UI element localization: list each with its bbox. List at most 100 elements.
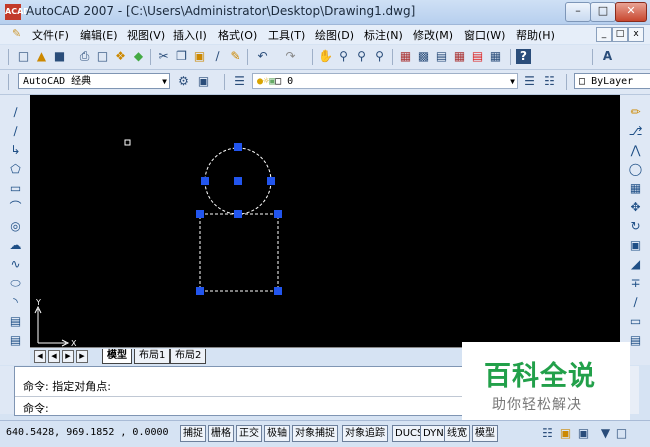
my-workspace-icon[interactable]: ▣: [196, 74, 211, 89]
grid-toggle[interactable]: 栅格: [208, 425, 234, 442]
tab-model[interactable]: 模型: [102, 349, 132, 364]
break-icon[interactable]: ▭: [628, 314, 643, 329]
extend-icon[interactable]: ∕: [628, 295, 643, 310]
menu-tools[interactable]: 工具(T): [268, 27, 305, 43]
grip-circle-right[interactable]: [267, 177, 275, 185]
coordinate-display[interactable]: 640.5428, 969.1852 , 0.0000: [6, 427, 169, 438]
menu-format[interactable]: 格式(O): [218, 27, 257, 43]
spline-icon[interactable]: ∿: [8, 257, 23, 272]
doc-restore-button[interactable]: □: [612, 27, 628, 42]
pan-icon[interactable]: ✋: [318, 49, 333, 64]
stretch-icon[interactable]: ◢: [628, 257, 643, 272]
tab-layout2[interactable]: 布局2: [170, 349, 207, 364]
publish-icon[interactable]: ❖: [113, 49, 128, 64]
calculator-icon[interactable]: ▦: [488, 49, 503, 64]
polygon-icon[interactable]: ⬠: [8, 162, 23, 177]
command-prompt[interactable]: 命令:: [23, 400, 49, 416]
save-icon[interactable]: ■: [52, 49, 67, 64]
next-tab-icon[interactable]: ▶: [62, 350, 74, 363]
ortho-toggle[interactable]: 正交: [236, 425, 262, 442]
zoom-window-icon[interactable]: ⚲: [354, 49, 369, 64]
menu-help[interactable]: 帮助(H): [516, 27, 555, 43]
color-dropdown[interactable]: □ ByLayer: [574, 73, 650, 89]
model-toggle[interactable]: 模型: [472, 425, 498, 442]
array-icon[interactable]: ▦: [628, 181, 643, 196]
grip-rect-top-right[interactable]: [274, 210, 282, 218]
prev-tab-icon[interactable]: ◀: [48, 350, 60, 363]
menu-view[interactable]: 视图(V): [127, 27, 165, 43]
doc-minimize-button[interactable]: _: [596, 27, 612, 42]
snap-toggle[interactable]: 捕捉: [180, 425, 206, 442]
layer-dropdown[interactable]: ●☼▣□ 0 ▼: [252, 73, 518, 89]
drawing-canvas[interactable]: Y X: [30, 95, 620, 348]
trim-icon[interactable]: ∓: [628, 276, 643, 291]
grip-rect-top-mid[interactable]: [234, 210, 242, 218]
markup-icon[interactable]: ▤: [470, 49, 485, 64]
make-block-icon[interactable]: ▤: [8, 333, 23, 348]
workspace-dropdown[interactable]: AutoCAD 经典 ▼: [18, 73, 170, 89]
sheet-set-icon[interactable]: ▦: [452, 49, 467, 64]
trusted-icon[interactable]: ▣: [576, 426, 591, 441]
ellipse-arc-icon[interactable]: ◝: [8, 295, 23, 310]
circle-icon[interactable]: ◎: [8, 219, 23, 234]
join-icon[interactable]: ▤: [628, 333, 643, 348]
revision-cloud-icon[interactable]: ☁: [8, 238, 23, 253]
text-style-icon[interactable]: A: [600, 49, 615, 64]
menu-edit[interactable]: 编辑(E): [80, 27, 118, 43]
osnap-toggle[interactable]: 对象捕捉: [292, 425, 338, 442]
plot-icon[interactable]: ⎙: [77, 49, 92, 64]
design-center-icon[interactable]: ▩: [416, 49, 431, 64]
mirror-icon[interactable]: ⋀: [628, 143, 643, 158]
minimize-button[interactable]: –: [565, 2, 591, 22]
preview-icon[interactable]: □: [95, 49, 110, 64]
communication-center-icon[interactable]: ☷: [540, 426, 555, 441]
grip-circle-left[interactable]: [201, 177, 209, 185]
last-tab-icon[interactable]: ▶: [76, 350, 88, 363]
brush-icon[interactable]: ✎: [228, 49, 243, 64]
close-button[interactable]: ✕: [615, 2, 647, 22]
doc-close-button[interactable]: x: [628, 27, 644, 42]
document-icon[interactable]: ✎: [12, 27, 21, 40]
copy-object-icon[interactable]: ⎇: [628, 124, 643, 139]
autocad-app-icon[interactable]: ACAD: [5, 4, 30, 20]
open-icon[interactable]: ▲: [34, 49, 49, 64]
menu-insert[interactable]: 插入(I): [173, 27, 207, 43]
lineweight-toggle[interactable]: 线宽: [444, 425, 470, 442]
grip-points[interactable]: [196, 143, 282, 295]
grip-circle-top[interactable]: [234, 143, 242, 151]
undo-icon[interactable]: ↶: [255, 49, 270, 64]
properties-icon[interactable]: ▦: [398, 49, 413, 64]
menu-dimension[interactable]: 标注(N): [364, 27, 403, 43]
line-icon[interactable]: ∕: [8, 105, 23, 120]
scale-icon[interactable]: ▣: [628, 238, 643, 253]
workspace-settings-icon[interactable]: ⚙: [176, 74, 191, 89]
erase-icon[interactable]: ✏: [628, 105, 643, 120]
match-icon[interactable]: ∕: [210, 49, 225, 64]
layer-previous-icon[interactable]: ☷: [542, 74, 557, 89]
cut-icon[interactable]: ✂: [156, 49, 171, 64]
ellipse-icon[interactable]: ⬭: [8, 276, 23, 291]
tool-palette-icon[interactable]: ▤: [434, 49, 449, 64]
construction-line-icon[interactable]: ∕: [8, 124, 23, 139]
menu-modify[interactable]: 修改(M): [413, 27, 453, 43]
move-icon[interactable]: ✥: [628, 200, 643, 215]
grip-circle-center[interactable]: [234, 177, 242, 185]
grip-rect-top-left[interactable]: [196, 210, 204, 218]
rectangle-icon[interactable]: ▭: [8, 181, 23, 196]
insert-block-icon[interactable]: ▤: [8, 314, 23, 329]
grip-rect-bottom-left[interactable]: [196, 287, 204, 295]
help-icon[interactable]: ?: [516, 49, 531, 64]
new-icon[interactable]: □: [16, 49, 31, 64]
lock-icon[interactable]: ▣: [558, 426, 573, 441]
redo-icon[interactable]: ↷: [283, 49, 298, 64]
make-object-layer-current-icon[interactable]: ☰: [522, 74, 537, 89]
menu-draw[interactable]: 绘图(D): [315, 27, 354, 43]
dyn-toggle[interactable]: DYN: [420, 425, 447, 442]
grip-rect-bottom-right[interactable]: [274, 287, 282, 295]
command-window-grip[interactable]: [0, 366, 14, 414]
menu-window[interactable]: 窗口(W): [464, 27, 505, 43]
zoom-previous-icon[interactable]: ⚲: [372, 49, 387, 64]
3d-icon[interactable]: ◆: [131, 49, 146, 64]
first-tab-icon[interactable]: ◀: [34, 350, 46, 363]
status-menu-icon[interactable]: ▼: [598, 426, 613, 441]
